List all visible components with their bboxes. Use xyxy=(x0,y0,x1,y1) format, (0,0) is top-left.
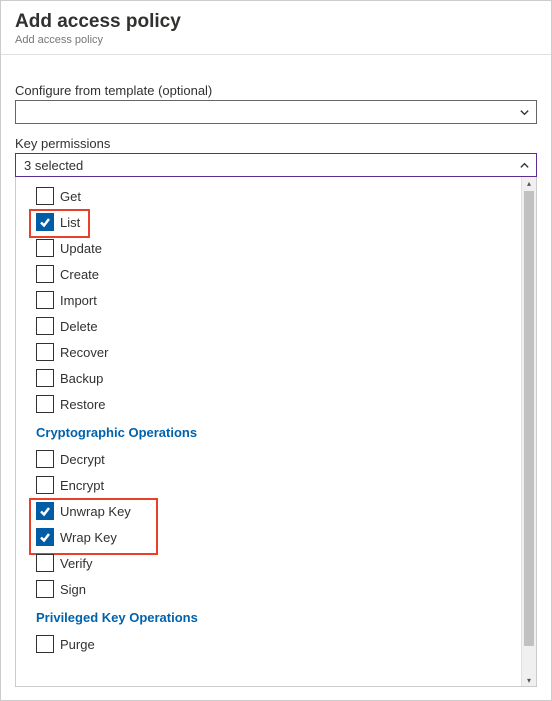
page-title: Add access policy xyxy=(15,11,537,33)
option-get[interactable]: Get xyxy=(16,183,521,209)
option-restore[interactable]: Restore xyxy=(16,391,521,417)
key-permissions-label: Key permissions xyxy=(15,136,537,151)
option-purge[interactable]: Purge xyxy=(16,631,521,657)
scroll-down-arrow-icon[interactable]: ▾ xyxy=(522,674,536,686)
option-recover[interactable]: Recover xyxy=(16,339,521,365)
dropdown-scroll-area: Get List Update Create xyxy=(16,177,521,686)
checkbox-icon xyxy=(36,239,54,257)
scrollbar[interactable]: ▴ ▾ xyxy=(521,177,536,686)
option-label: Unwrap Key xyxy=(60,504,131,519)
key-permissions-select-value: 3 selected xyxy=(24,158,83,173)
checkbox-icon xyxy=(36,395,54,413)
scroll-up-arrow-icon[interactable]: ▴ xyxy=(522,177,536,189)
option-list[interactable]: List xyxy=(16,209,521,235)
checkbox-icon xyxy=(36,187,54,205)
option-wrap-key[interactable]: Wrap Key xyxy=(16,524,521,550)
key-permissions-select[interactable]: 3 selected xyxy=(15,153,537,177)
option-encrypt[interactable]: Encrypt xyxy=(16,472,521,498)
option-backup[interactable]: Backup xyxy=(16,365,521,391)
option-decrypt[interactable]: Decrypt xyxy=(16,446,521,472)
option-import[interactable]: Import xyxy=(16,287,521,313)
checkbox-icon xyxy=(36,476,54,494)
template-label: Configure from template (optional) xyxy=(15,83,537,98)
template-field-group: Configure from template (optional) xyxy=(15,83,537,124)
checkbox-icon xyxy=(36,317,54,335)
option-label: Recover xyxy=(60,345,108,360)
checkbox-checked-icon xyxy=(36,213,54,231)
checkbox-icon xyxy=(36,343,54,361)
option-sign[interactable]: Sign xyxy=(16,576,521,602)
option-label: Encrypt xyxy=(60,478,104,493)
option-label: Wrap Key xyxy=(60,530,117,545)
checkbox-checked-icon xyxy=(36,502,54,520)
checkbox-icon xyxy=(36,450,54,468)
page-subtitle: Add access policy xyxy=(15,34,537,46)
template-select[interactable] xyxy=(15,100,537,124)
option-label: Update xyxy=(60,241,102,256)
checkbox-icon xyxy=(36,635,54,653)
key-permissions-field-group: Key permissions 3 selected Get List xyxy=(15,136,537,687)
section-privileged-key-operations: Privileged Key Operations xyxy=(16,602,521,631)
option-unwrap-key[interactable]: Unwrap Key xyxy=(16,498,521,524)
option-label: Create xyxy=(60,267,99,282)
scrollbar-thumb[interactable] xyxy=(524,191,534,646)
checkbox-checked-icon xyxy=(36,528,54,546)
panel-content: Configure from template (optional) Key p… xyxy=(1,55,551,691)
option-label: Purge xyxy=(60,637,95,652)
option-label: Import xyxy=(60,293,97,308)
option-label: Verify xyxy=(60,556,93,571)
checkbox-icon xyxy=(36,580,54,598)
option-label: Restore xyxy=(60,397,106,412)
chevron-down-icon xyxy=(519,107,530,118)
option-label: Backup xyxy=(60,371,103,386)
option-update[interactable]: Update xyxy=(16,235,521,261)
option-label: Sign xyxy=(60,582,86,597)
option-delete[interactable]: Delete xyxy=(16,313,521,339)
option-label: Decrypt xyxy=(60,452,105,467)
option-verify[interactable]: Verify xyxy=(16,550,521,576)
chevron-up-icon xyxy=(519,160,530,171)
checkbox-icon xyxy=(36,369,54,387)
option-create[interactable]: Create xyxy=(16,261,521,287)
checkbox-icon xyxy=(36,291,54,309)
option-label: Delete xyxy=(60,319,98,334)
checkbox-icon xyxy=(36,554,54,572)
checkbox-icon xyxy=(36,265,54,283)
panel-header: Add access policy Add access policy xyxy=(1,1,551,55)
key-permissions-dropdown: Get List Update Create xyxy=(15,177,537,687)
option-label: List xyxy=(60,215,80,230)
option-label: Get xyxy=(60,189,81,204)
section-cryptographic-operations: Cryptographic Operations xyxy=(16,417,521,446)
